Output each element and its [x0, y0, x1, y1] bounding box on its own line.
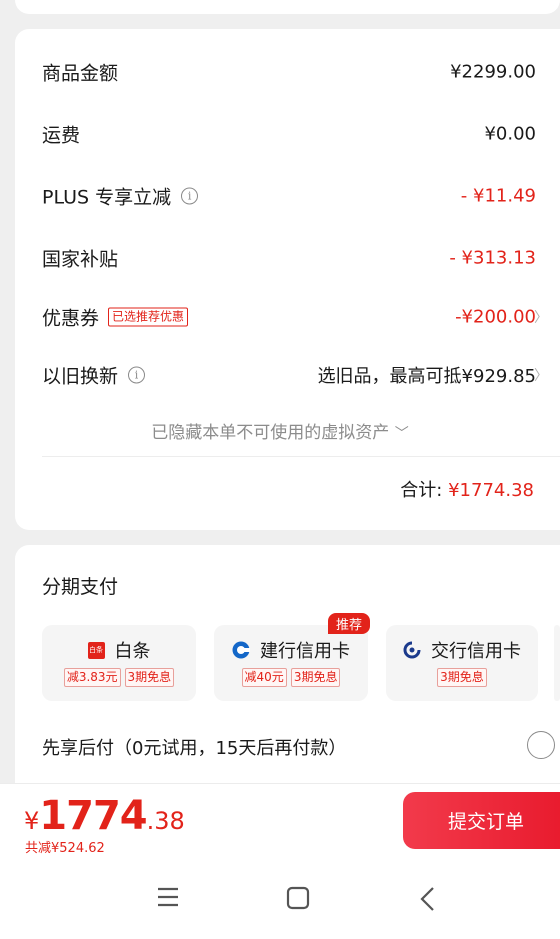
virtual-assets-text: 已隐藏本单不可使用的虚拟资产	[151, 423, 390, 443]
shipping-value: ¥0.00	[484, 123, 536, 145]
virtual-assets-toggle[interactable]: 已隐藏本单不可使用的虚拟资产 ﹀	[0, 418, 560, 443]
pay-option-ccb[interactable]: 推荐 建行信用卡 减40元 3期免息	[214, 613, 370, 701]
baitiao-icon: 白条	[87, 641, 105, 659]
national-subsidy-value: - ¥313.13	[449, 247, 536, 269]
pay-option-name: 白条	[114, 641, 151, 662]
plus-discount-label: PLUS 专享立减	[42, 186, 172, 209]
coupon-label: 优惠券	[42, 307, 100, 330]
price-decimal: .38	[146, 807, 185, 835]
bocom-icon	[403, 641, 421, 659]
previous-card	[15, 0, 560, 14]
price-integer: 1774	[39, 793, 147, 839]
installment-title: 分期支付	[42, 576, 119, 598]
coupon-recommended-tag: 已选推荐优惠	[108, 307, 189, 327]
discount-tag: 减40元	[241, 668, 287, 687]
interest-free-tag: 3期免息	[437, 668, 487, 687]
discount-tag: 减3.83元	[63, 668, 121, 687]
home-icon[interactable]	[286, 886, 310, 914]
order-total: 合计: ¥1774.38	[400, 476, 534, 502]
chevron-right-icon[interactable]: 〉	[534, 307, 548, 327]
trade-in-value: 选旧品，最高可抵¥929.85	[317, 366, 536, 387]
chevron-down-icon: ﹀	[394, 426, 409, 442]
coupon-value: -¥200.00	[455, 306, 536, 328]
currency-symbol: ¥	[24, 807, 40, 835]
recommended-badge: 推荐	[327, 613, 370, 634]
row-plus-discount: PLUS 专享立减 i - ¥11.49	[42, 176, 536, 216]
divider	[42, 456, 560, 457]
total-value: ¥1774.38	[448, 480, 534, 501]
ccb-icon	[232, 641, 250, 659]
row-shipping: 运费 ¥0.00	[42, 114, 536, 154]
pay-option-bocom[interactable]: 交行信用卡 3期免息	[386, 625, 538, 701]
row-coupon[interactable]: 优惠券 已选推荐优惠 -¥200.00 〉	[42, 297, 548, 337]
goods-amount-value: ¥2299.00	[450, 61, 536, 83]
trade-in-label: 以旧换新	[42, 365, 119, 388]
interest-free-tag: 3期免息	[290, 668, 341, 687]
payable-price: ¥1774.38	[24, 793, 185, 839]
price-summary-card	[15, 29, 560, 530]
goods-amount-label: 商品金额	[42, 62, 119, 85]
info-icon[interactable]: i	[128, 366, 146, 384]
shipping-label: 运费	[42, 124, 81, 147]
back-icon[interactable]	[418, 886, 438, 916]
pay-option-more[interactable]	[554, 625, 560, 701]
pay-option-name: 建行信用卡	[260, 641, 350, 662]
row-trade-in[interactable]: 以旧换新 i 选旧品，最高可抵¥929.85 〉	[42, 355, 548, 395]
total-label: 合计:	[400, 480, 443, 501]
plus-discount-value: - ¥11.49	[460, 185, 536, 207]
submit-order-button[interactable]: 提交订单	[403, 792, 560, 849]
total-saved: 共减¥524.62	[25, 841, 105, 856]
pay-option-name: 交行信用卡	[431, 641, 521, 662]
radio-icon[interactable]	[527, 731, 555, 759]
interest-free-tag: 3期免息	[124, 668, 175, 687]
row-national-subsidy: 国家补贴 - ¥313.13	[42, 238, 536, 278]
national-subsidy-label: 国家补贴	[42, 248, 119, 271]
chevron-right-icon[interactable]: 〉	[534, 365, 548, 385]
info-icon[interactable]: i	[181, 187, 199, 205]
pay-option-baitiao[interactable]: 白条 白条 减3.83元 3期免息	[42, 625, 196, 701]
menu-icon[interactable]	[156, 886, 180, 912]
bnpl-label: 先享后付（0元试用，15天后再付款）	[42, 738, 347, 759]
row-goods-amount: 商品金额 ¥2299.00	[42, 52, 536, 92]
